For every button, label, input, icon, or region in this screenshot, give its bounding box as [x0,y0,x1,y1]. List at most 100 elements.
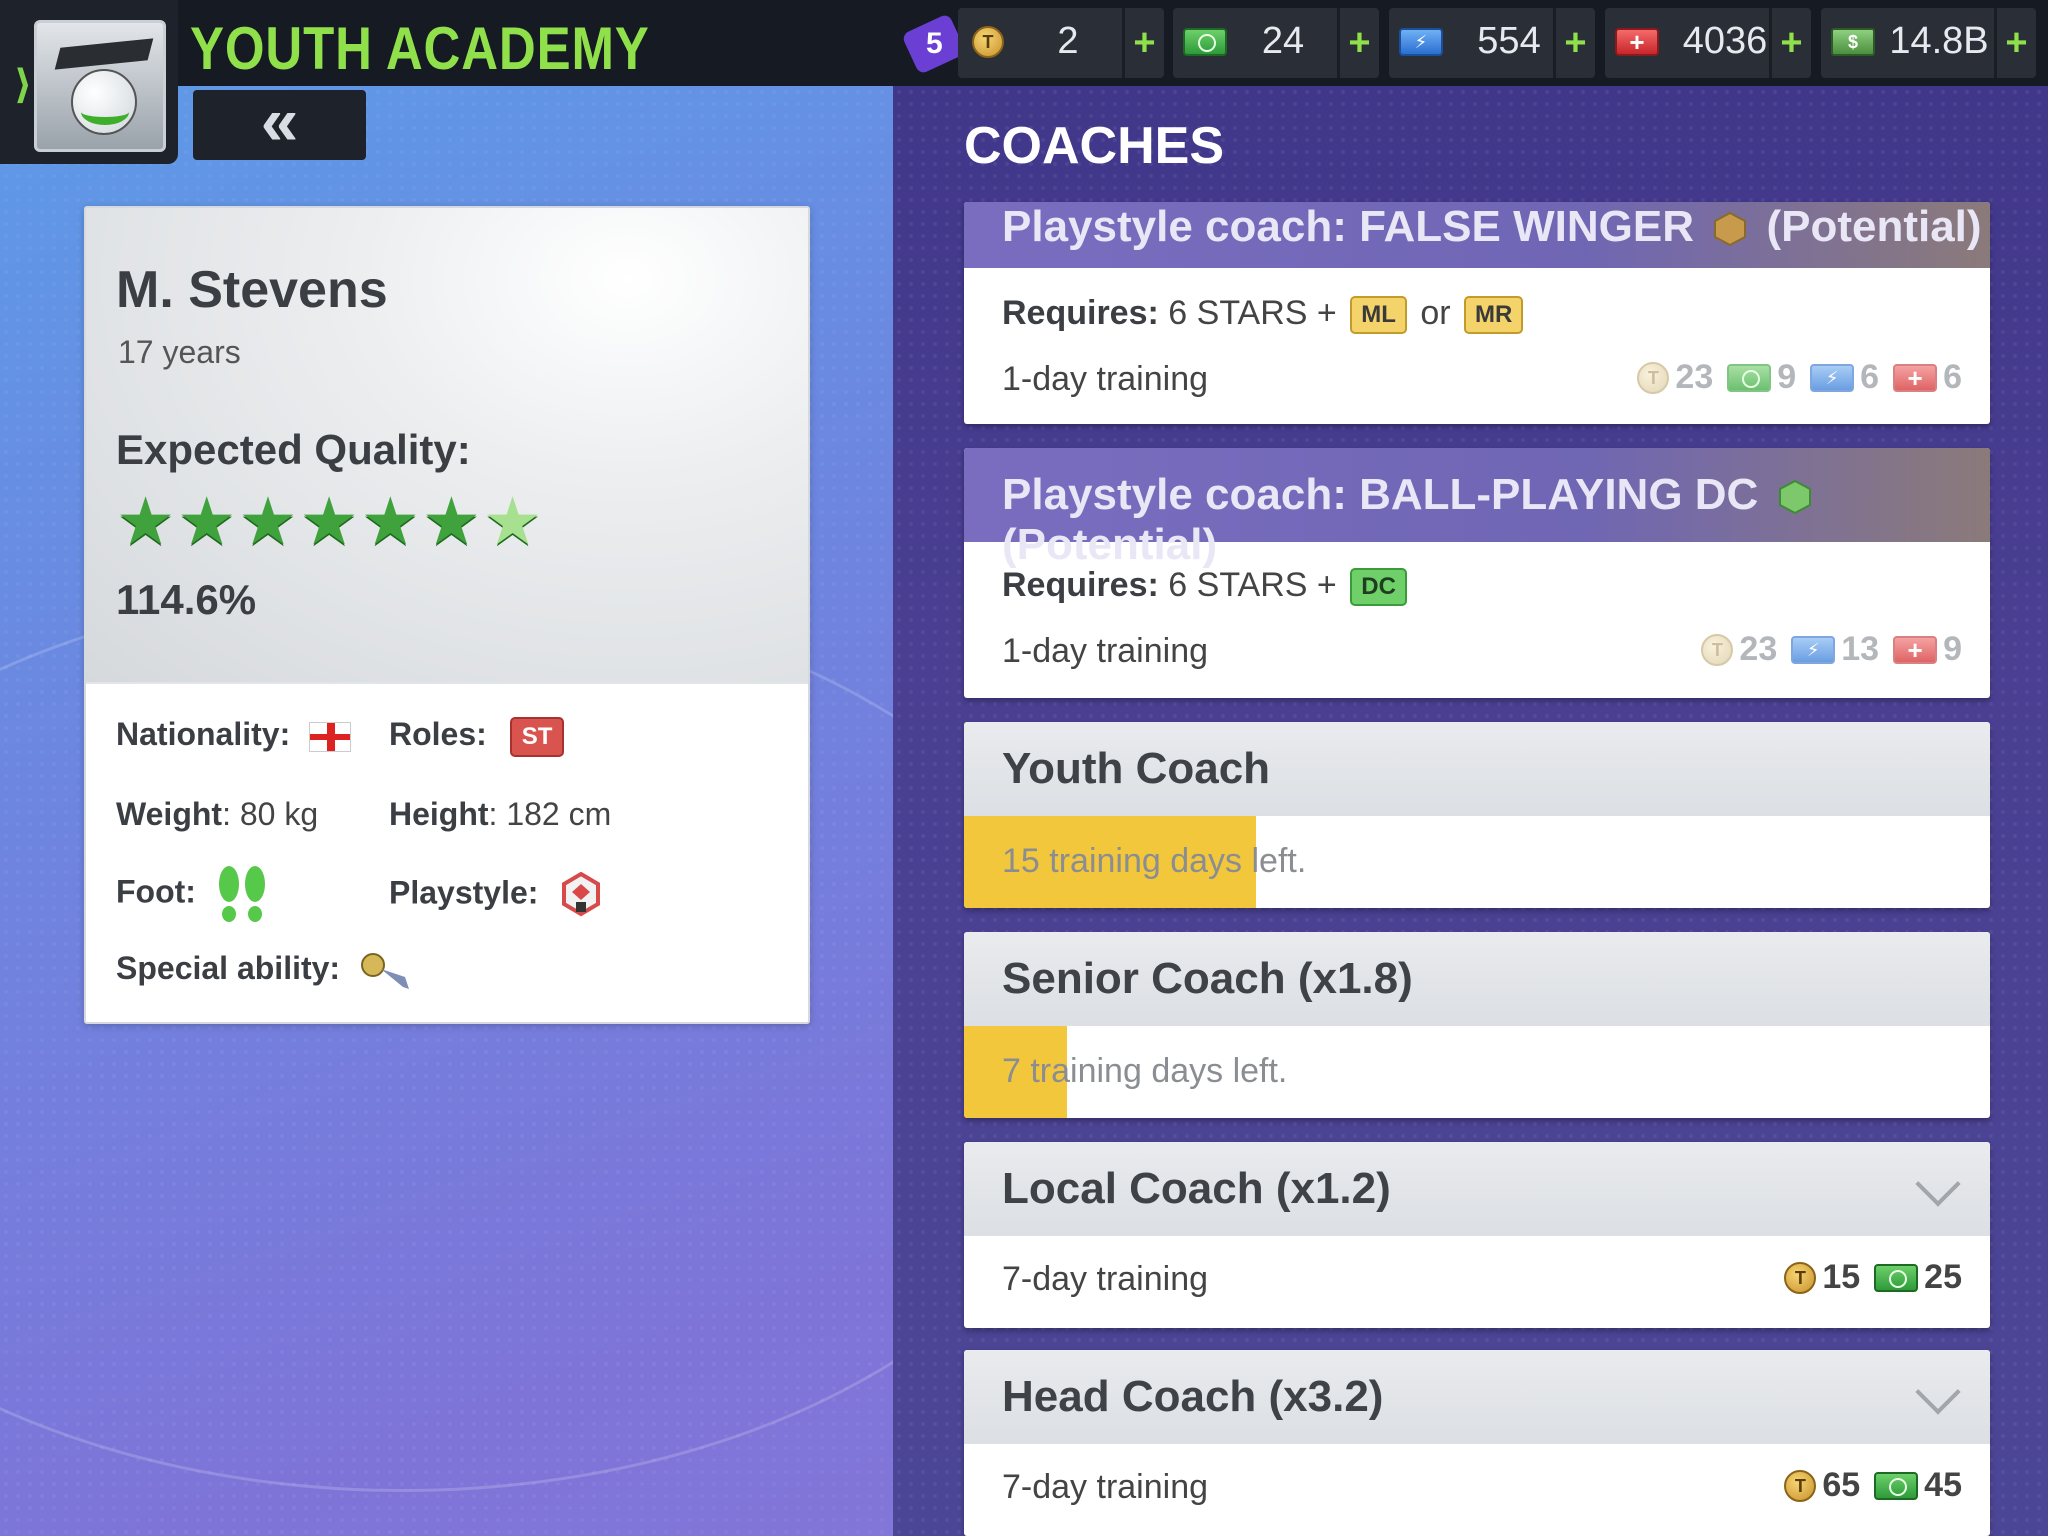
resource-cash[interactable]: 24 + [1173,8,1379,78]
england-flag-icon [309,721,352,752]
academy-logo-box[interactable]: ⟩ [0,0,178,164]
player-summary: M. Stevens 17 years Expected Quality: ★ … [86,208,808,684]
requirements: Requires: 6 STARS + DC [1002,566,1411,607]
back-button[interactable]: « [193,87,366,160]
add-bank-button[interactable]: + [1994,8,2036,78]
coach-header: Local Coach (x1.2) [964,1142,1990,1236]
coach-card-head[interactable]: Head Coach (x3.2) 7-day training T 65 45 [964,1350,1990,1536]
cost-tokens: 15 [1822,1258,1861,1296]
coach-title: Youth Coach [1002,744,1271,793]
energy-icon: ⚡ [1791,635,1836,664]
role-badge: ST [509,716,565,757]
star-icon: ★ [421,484,482,558]
coach-costs: T 23 9 ⚡ 6 +6 [1637,358,1962,397]
requires-text: 6 STARS + [1168,294,1337,332]
quality-percent: 114.6% [116,576,257,623]
add-energy-button[interactable]: + [1553,8,1595,78]
roles-label: Roles: [389,716,487,752]
weight: Weight: 80 kg [116,796,318,833]
coin-icon: T [1637,361,1670,394]
medical-icon: + [1893,635,1938,664]
cash-value: 24 [1261,20,1305,62]
energy-icon: ⚡ [1810,363,1855,392]
star-icon: ★ [360,484,420,558]
cost-tokens: 65 [1822,1466,1861,1504]
cost-medical: 9 [1943,630,1962,668]
coach-card-false-winger[interactable]: Playstyle coach: FALSE WINGER (Potential… [964,202,1990,424]
foot: Foot: [116,864,269,924]
tokens-value: 2 [1057,20,1079,62]
menu-handle-icon[interactable]: ⟩ [14,62,32,108]
cash-icon [1727,363,1772,392]
half-star-icon: ★ [483,484,543,558]
training-duration: 7-day training [1002,1468,1209,1506]
coach-card-local[interactable]: Local Coach (x1.2) 7-day training T 15 25 [964,1142,1990,1328]
height: Height: 182 cm [389,796,611,833]
cost-cash: 25 [1924,1258,1962,1296]
coach-header: Youth Coach [964,722,1990,816]
playstyle-hex-icon [1778,480,1811,515]
expected-quality-label: Expected Quality: [116,426,471,473]
coach-costs: T 65 45 [1784,1466,1962,1505]
chevron-down-icon[interactable] [1915,1161,1961,1207]
medical-value: 4036 [1682,20,1768,62]
bank-icon: $ [1831,28,1875,56]
nationality: Nationality: [116,716,352,753]
coaches-title: COACHES [964,117,1225,175]
star-icon: ★ [116,484,176,558]
coach-title: Head Coach (x3.2) [1002,1372,1384,1421]
add-cash-button[interactable]: + [1337,8,1379,78]
coach-costs: T 23 ⚡ 13 +9 [1701,630,1962,669]
special-ability: Special ability: [116,950,415,991]
playstyle-locked-icon[interactable] [561,872,601,918]
academy-logo-icon [34,20,166,152]
position-badge-ml: ML [1350,296,1407,335]
roles: Roles: ST [389,716,565,757]
resource-energy[interactable]: ⚡ 554 + [1389,8,1595,78]
player-name: M. Stevens [116,261,388,319]
training-duration: 7-day training [1002,1260,1209,1298]
energy-value: 554 [1477,20,1541,62]
player-card: M. Stevens 17 years Expected Quality: ★ … [84,206,810,1024]
cost-cash: 9 [1777,358,1797,396]
cost-energy: 13 [1841,630,1880,668]
resource-medical[interactable]: + 4036 + [1605,8,1811,78]
coach-header: Playstyle coach: FALSE WINGER (Potential… [964,202,1990,268]
cost-medical: 6 [1943,358,1962,396]
coach-header: Playstyle coach: BALL-PLAYING DC (Potent… [964,448,1990,569]
cost-tokens: 23 [1739,630,1778,668]
add-medical-button[interactable]: + [1769,8,1811,78]
coach-costs: T 15 25 [1784,1258,1962,1297]
cost-energy: 6 [1860,358,1880,396]
chevron-down-icon[interactable] [1915,1369,1961,1415]
coach-card-ball-playing-dc[interactable]: Playstyle coach: BALL-PLAYING DC (Potent… [964,448,1990,698]
coach-header: Head Coach (x3.2) [964,1350,1990,1444]
resource-bank[interactable]: $ 14.8B + [1821,8,2036,78]
cost-cash: 45 [1924,1466,1962,1504]
add-tokens-button[interactable]: + [1122,8,1164,78]
position-badge-dc: DC [1350,568,1407,607]
or-text: or [1420,294,1451,332]
foot-label: Foot: [116,873,196,910]
coach-title: Playstyle coach: BALL-PLAYING DC (Potent… [1002,470,1990,570]
coin-icon: T [972,26,1004,58]
requirements: Requires: 6 STARS + ML or MR [1002,294,1527,335]
star-icon: ★ [238,484,298,558]
coin-icon: T [1784,1261,1817,1294]
nationality-label: Nationality: [116,716,291,752]
coach-card-senior[interactable]: Senior Coach (x1.8) 7 training days left… [964,932,1990,1118]
both-feet-icon [218,866,265,922]
requires-label: Requires: [1002,566,1159,604]
coach-title-text: Playstyle coach: BALL-PLAYING DC [1002,470,1759,519]
potential-label: (Potential) [1002,520,1218,569]
coin-icon: T [1784,1469,1817,1502]
player-age: 17 years [118,334,241,370]
medical-icon: + [1893,363,1938,392]
coach-card-youth[interactable]: Youth Coach 15 training days left. [964,722,1990,908]
weight-value: : 80 kg [222,796,319,832]
special-ability-icon[interactable] [359,951,415,991]
resource-tokens[interactable]: T 2 + [958,8,1164,78]
potential-label: (Potential) [1766,202,1982,251]
training-days-left: 15 training days left. [1002,842,1307,880]
requires-label: Requires: [1002,294,1159,332]
